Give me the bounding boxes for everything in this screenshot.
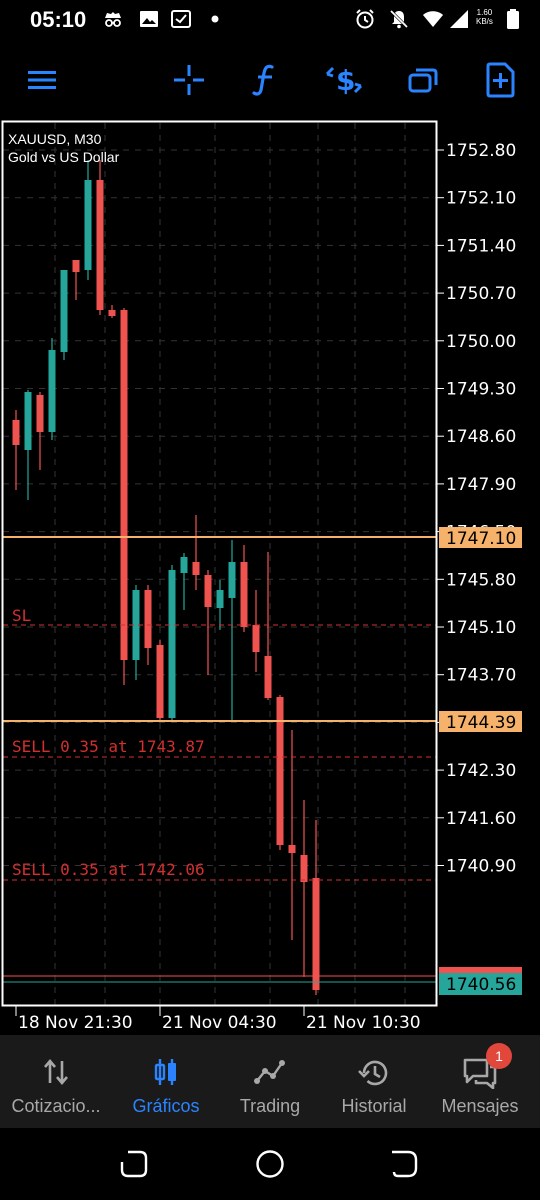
windows-icon <box>408 68 438 93</box>
candle-body <box>72 260 80 272</box>
price-tick-label: 1743.70 <box>446 666 516 686</box>
crosshair-icon <box>174 65 204 95</box>
candle-body <box>36 395 44 432</box>
price-tick-label: 1749.30 <box>446 380 516 400</box>
price-tick-label: 1750.00 <box>446 332 516 352</box>
price-axis[interactable]: 1752.80 1752.10 1751.40 1750.70 1750.00 1749.… <box>437 141 516 877</box>
network-speed: 1.60 KB/s <box>476 8 493 26</box>
wifi-icon <box>423 11 443 27</box>
recents-button[interactable] <box>118 1148 150 1180</box>
candle-body <box>12 420 20 445</box>
candle-body <box>312 878 320 990</box>
alarm-icon <box>356 9 374 29</box>
chart-canvas[interactable]: SL SELL 0.35 at 1743.87 SELL 0.35 at 174… <box>0 120 540 1035</box>
symbol-description: Gold vs US Dollar <box>8 149 120 165</box>
charts-icon <box>154 1059 176 1085</box>
candle-body <box>204 575 212 607</box>
gallery-icon <box>140 11 158 27</box>
status-time: 05:10 <box>30 7 87 32</box>
candle-body <box>144 590 152 648</box>
ask-tag <box>439 967 522 973</box>
candle-body <box>288 845 296 853</box>
bid-tag-text: 1740.56 <box>446 975 516 995</box>
nav-quotes[interactable]: Cotizacio... <box>2 1035 110 1128</box>
indicators-icon <box>252 64 274 96</box>
new-order-icon <box>486 62 515 98</box>
battery-icon <box>507 9 519 29</box>
history-icon <box>358 1060 388 1086</box>
candle-body <box>156 645 164 718</box>
price-chart[interactable]: SL SELL 0.35 at 1743.87 SELL 0.35 at 174… <box>0 120 540 1035</box>
candle-body <box>276 697 284 845</box>
svg-text:$: $ <box>336 64 355 97</box>
candle-body <box>48 350 56 432</box>
time-tick-label: 21 Nov 10:30 <box>306 1013 421 1033</box>
quotes-icon <box>44 1058 68 1086</box>
candle-body <box>168 570 176 718</box>
price-tick-label: 1745.10 <box>446 618 516 638</box>
candle-body <box>60 270 68 352</box>
sell-order-label-2: SELL 0.35 at 1742.06 <box>12 860 205 879</box>
sell-order-label-1: SELL 0.35 at 1743.87 <box>12 737 205 756</box>
new-order-button[interactable] <box>481 60 521 100</box>
back-button[interactable] <box>388 1148 420 1180</box>
messages-badge: 1 <box>486 1043 512 1069</box>
time-tick-label: 21 Nov 04:30 <box>162 1013 277 1033</box>
candle-body <box>216 590 224 608</box>
trading-icon <box>254 1060 285 1084</box>
candle-body <box>228 562 236 598</box>
menu-icon <box>28 71 56 89</box>
price-tick-label: 1742.30 <box>446 761 516 781</box>
price-tick-label: 1741.60 <box>446 809 516 829</box>
price-tick-label: 1750.70 <box>446 284 516 304</box>
home-button[interactable] <box>254 1148 286 1180</box>
price-tick-label: 1752.80 <box>446 141 516 161</box>
candle-body <box>192 562 200 575</box>
trade-icon: $ <box>325 64 363 97</box>
indicators-button[interactable] <box>245 60 285 100</box>
price-tick-label: 1751.40 <box>446 236 516 256</box>
signal-icon <box>450 10 468 28</box>
nav-messages[interactable]: Mensajes <box>426 1035 534 1128</box>
candle-body <box>240 562 248 627</box>
time-axis[interactable]: 18 Nov 21:30 21 Nov 04:30 21 Nov 10:30 <box>15 1006 421 1033</box>
mute-icon <box>389 9 409 29</box>
task-icon <box>171 10 191 28</box>
candle-body <box>180 557 188 573</box>
dot-icon <box>211 15 219 23</box>
price-tick-label: 1745.80 <box>446 570 516 590</box>
price-tick-label: 1748.60 <box>446 427 516 447</box>
nav-charts[interactable]: Gráficos <box>112 1035 220 1128</box>
bottom-navigation: Cotizacio... Gráficos Trading Historial … <box>0 1035 540 1128</box>
windows-button[interactable] <box>403 60 443 100</box>
system-navigation <box>0 1128 540 1200</box>
candle-body <box>84 180 92 270</box>
candle-body <box>108 310 116 316</box>
price-tick-label: 1740.90 <box>446 857 516 877</box>
level-tag-upper-text: 1747.10 <box>446 529 516 549</box>
candle-body <box>120 310 128 660</box>
candle-body <box>264 656 272 698</box>
nav-trading[interactable]: Trading <box>216 1035 324 1128</box>
candle-body <box>24 392 32 450</box>
nav-history[interactable]: Historial <box>320 1035 428 1128</box>
time-tick-label: 18 Nov 21:30 <box>18 1013 133 1033</box>
candle-body <box>96 180 104 310</box>
price-tick-label: 1752.10 <box>446 189 516 209</box>
price-tick-label: 1747.90 <box>446 475 516 495</box>
menu-button[interactable] <box>22 60 62 100</box>
crosshair-button[interactable] <box>169 60 209 100</box>
chart-toolbar: $ <box>0 40 540 120</box>
level-tag-lower-text: 1744.39 <box>446 713 516 733</box>
candle-body <box>300 855 308 882</box>
incognito-icon <box>105 12 121 27</box>
candle-body <box>252 625 260 652</box>
symbol-title: XAUUSD, M30 <box>8 131 102 147</box>
sl-label: SL <box>12 606 31 625</box>
status-bar: 05:10 1.60 KB/s <box>0 0 540 40</box>
trade-button[interactable]: $ <box>324 60 364 100</box>
